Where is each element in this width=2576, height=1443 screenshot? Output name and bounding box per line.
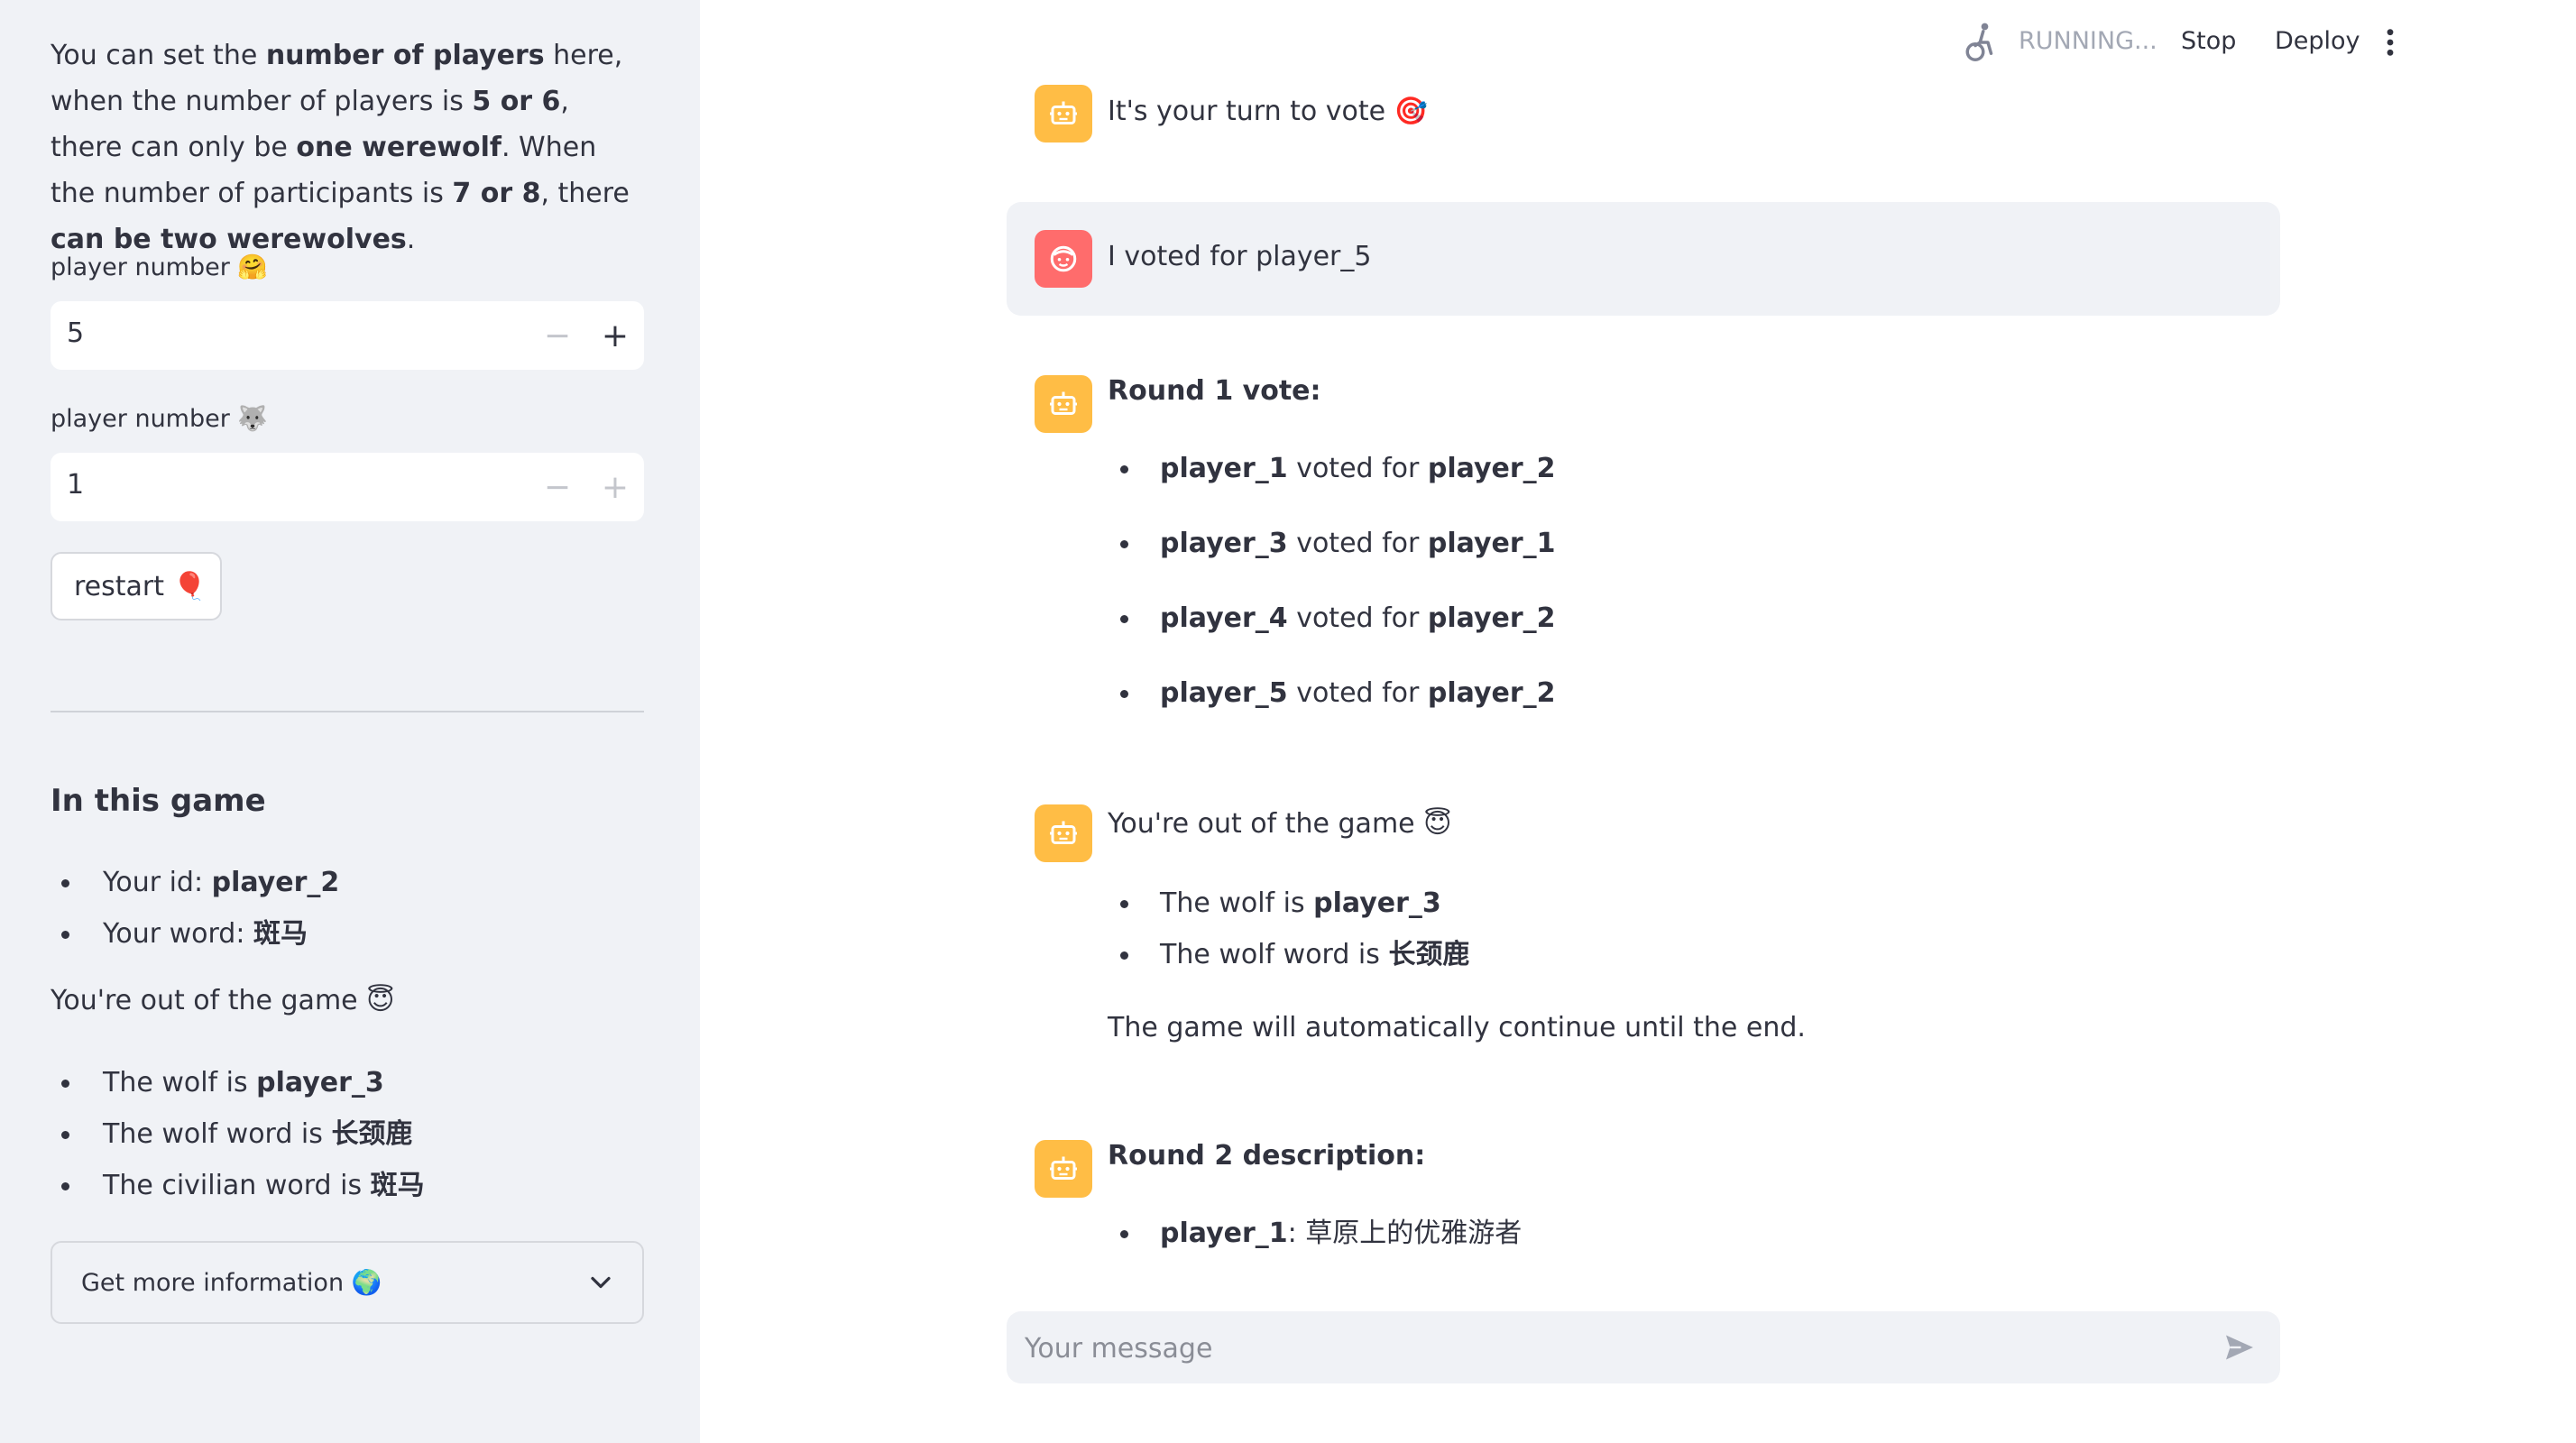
intro-bold: number of players [265, 40, 545, 71]
restart-button[interactable]: restart 🎈 [51, 552, 222, 620]
voter: player_4 [1160, 602, 1288, 634]
user-message: I voted for player_5 [1108, 241, 1372, 272]
more-info-expander[interactable]: Get more information 🌍 [51, 1241, 644, 1324]
list-item: player_5 voted for player_2 [1109, 676, 1556, 750]
decrement-button[interactable]: − [529, 453, 586, 521]
list-item: Your word: 斑马 [51, 908, 339, 960]
description-list: player_1: 草原上的优雅游者 [1109, 1216, 1522, 1267]
wolf-word-label: The wolf word is [103, 1118, 332, 1150]
player-info-list: Your id: player_2 Your word: 斑马 [51, 857, 339, 960]
vote-target: player_2 [1427, 677, 1556, 709]
civilian-word-label: The civilian word is [103, 1170, 371, 1201]
voter: player_1 [1160, 453, 1288, 484]
list-item: player_3 voted for player_1 [1109, 526, 1556, 601]
list-item: player_1: 草原上的优雅游者 [1109, 1216, 1522, 1267]
robot-icon [1035, 804, 1092, 862]
expander-label: Get more information 🌍 [81, 1269, 382, 1297]
id-value: player_2 [211, 867, 340, 898]
sidebar-intro: You can set the number of players here, … [51, 32, 646, 262]
send-icon[interactable] [2222, 1331, 2257, 1367]
voted-for-text: voted for [1287, 602, 1428, 634]
app-header: RUNNING... Stop Deploy [1945, 0, 2576, 87]
wolf-value: player_3 [256, 1067, 384, 1098]
chevron-down-icon [584, 1266, 617, 1305]
voter: player_5 [1160, 677, 1288, 709]
deploy-button[interactable]: Deploy [2275, 27, 2360, 55]
robot-icon [1035, 85, 1092, 142]
kebab-menu-icon[interactable] [2385, 27, 2396, 64]
list-item: The wolf is player_3 [1109, 886, 1469, 937]
voter: player_3 [1160, 528, 1288, 559]
voted-for-text: voted for [1287, 677, 1428, 709]
wolf-word-value: 长颈鹿 [1388, 939, 1470, 970]
running-figure-icon [1963, 22, 2001, 69]
wolf-word-label: The wolf word is [1160, 939, 1389, 970]
intro-bold: can be two werewolves [51, 224, 407, 255]
vote-target: player_1 [1427, 528, 1556, 559]
round1-title: Round 1 vote: [1108, 375, 1321, 407]
robot-icon [1035, 375, 1092, 433]
voted-for-text: voted for [1287, 453, 1428, 484]
intro-text: , there [540, 178, 630, 209]
wolf-info-list: The wolf is player_3 The wolf word is 长颈… [51, 1057, 425, 1211]
round2-title: Round 2 description: [1108, 1140, 1426, 1172]
intro-bold: 5 or 6 [472, 86, 561, 117]
intro-text: You can set the [51, 40, 266, 71]
assistant-message: It's your turn to vote 🎯 [1108, 96, 1429, 127]
word-value: 斑马 [253, 918, 308, 950]
list-item: The wolf is player_3 [51, 1057, 425, 1108]
robot-icon [1035, 1140, 1092, 1198]
game-heading: In this game [51, 783, 266, 819]
list-item: The wolf word is 长颈鹿 [1109, 937, 1469, 988]
wolf-value: player_3 [1313, 887, 1441, 919]
wolf-word-value: 长颈鹿 [331, 1118, 413, 1150]
voted-for-text: voted for [1287, 528, 1428, 559]
intro-bold: 7 or 8 [452, 178, 541, 209]
civilian-word-value: 斑马 [370, 1170, 425, 1201]
decrement-button[interactable]: − [529, 301, 586, 370]
chat-input[interactable] [1023, 1322, 2199, 1374]
sidebar: You can set the number of players here, … [0, 0, 700, 1443]
desc-text: : 草原上的优雅游者 [1287, 1218, 1523, 1249]
wolves-number-input[interactable]: 1 − + [51, 453, 644, 521]
list-item: Your id: player_2 [51, 857, 339, 908]
vote-target: player_2 [1427, 602, 1556, 634]
players-field-label: player number 🤗 [51, 253, 269, 281]
list-item: player_1 voted for player_2 [1109, 451, 1556, 526]
players-number-value[interactable]: 5 [67, 317, 84, 349]
user-face-icon [1035, 230, 1092, 288]
continue-text: The game will automatically continue unt… [1108, 1012, 1806, 1043]
running-status: RUNNING... [2019, 27, 2157, 55]
list-item: The wolf word is 长颈鹿 [51, 1108, 425, 1160]
increment-button[interactable]: + [586, 301, 644, 370]
id-label: Your id: [103, 867, 212, 898]
out-of-game-message: You're out of the game 😇 [1108, 808, 1452, 840]
vote-target: player_2 [1427, 453, 1556, 484]
wolves-number-value[interactable]: 1 [67, 469, 84, 501]
wolves-field-label: player number 🐺 [51, 405, 269, 433]
intro-bold: one werewolf [296, 132, 501, 163]
divider [51, 711, 644, 712]
vote-list: player_1 voted for player_2 player_3 vot… [1109, 451, 1556, 750]
wolf-label: The wolf is [103, 1067, 257, 1098]
stop-button[interactable]: Stop [2181, 27, 2236, 55]
chat-input-container [1007, 1311, 2280, 1383]
wolf-label: The wolf is [1160, 887, 1314, 919]
increment-button[interactable]: + [586, 453, 644, 521]
wolf-reveal-list: The wolf is player_3 The wolf word is 长颈… [1109, 886, 1469, 988]
desc-player: player_1 [1160, 1218, 1288, 1249]
intro-text: . [406, 224, 416, 255]
list-item: player_4 voted for player_2 [1109, 601, 1556, 676]
word-label: Your word: [103, 918, 253, 950]
out-of-game-text: You're out of the game 😇 [51, 985, 395, 1016]
players-number-input[interactable]: 5 − + [51, 301, 644, 370]
list-item: The civilian word is 斑马 [51, 1160, 425, 1211]
